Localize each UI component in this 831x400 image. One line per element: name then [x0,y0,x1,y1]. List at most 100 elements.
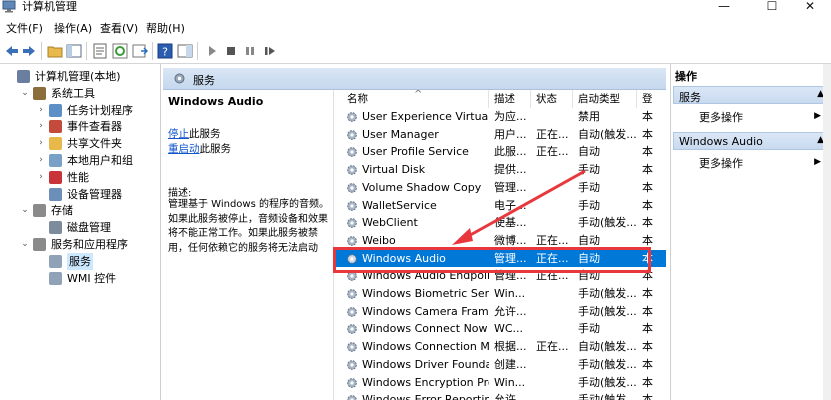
menu-help[interactable]: 帮助(H) [146,22,185,35]
service-name-cell: User Manager [362,127,439,141]
description-line: 用，任何依赖它的服务将无法启动 [168,242,318,254]
submenu-arrow-icon: ▶ [814,157,821,167]
service-gear-icon [347,359,357,370]
service-desc-cell: 允许... [494,393,527,400]
menu-action[interactable]: 操作(A) [54,22,92,35]
minimize-button[interactable]: — [704,0,744,16]
storage-icon [33,204,46,218]
apps-icon [33,238,46,251]
restart-service-line: 重启动此服务 [168,141,231,156]
collapsed-chevron-icon[interactable]: › [36,118,46,135]
start-service-icon[interactable] [204,43,220,59]
service-logon-cell: 本 [642,322,653,336]
menu-view[interactable]: 查看(V) [100,22,138,35]
service-gear-icon [347,182,357,193]
toolbar: ? [0,38,831,64]
stop-service-icon[interactable] [223,43,239,59]
up-folder-icon[interactable] [47,43,63,59]
service-description-pane: Windows Audio 停止此服务 重启动此服务 描述: 管理基于 Wind… [163,90,333,400]
restart-service-link[interactable]: 重启动 [168,143,200,155]
column-header-status[interactable]: 状态 [531,90,573,108]
service-row[interactable]: User Experience Virtualiz... 为应... 禁用 本 [334,108,666,126]
collapsed-chevron-icon[interactable]: › [36,135,46,152]
view-pane-icon[interactable] [177,43,193,59]
service-status-cell [536,303,574,321]
column-header-startup-type-label: 启动类型 [578,93,620,105]
service-row[interactable]: Windows Biometric Servi... Win... 手动(触发...… [334,285,666,303]
service-row[interactable]: User Manager 用户... 正在... 自动(触发... 本 [334,126,666,144]
service-row[interactable]: Windows Connection Ma... 根据... 正在... 自动(触发.… [334,338,666,356]
service-desc-cell: 根据... [494,340,527,354]
expanded-chevron-icon[interactable]: ⌄ [20,236,30,253]
service-gear-icon [347,200,357,211]
tree-node-label: 共享文件夹 [67,137,122,151]
actions-group-services[interactable]: 服务 ▲ [673,86,830,104]
service-desc-cell: 允许... [494,304,527,318]
tree-node-label: 计算机管理(本地) [35,70,121,83]
service-gear-icon [347,218,357,228]
service-logon-cell: 本 [642,393,653,400]
service-gear-icon [347,289,357,299]
column-header-logon-label: 登 [642,93,653,105]
service-logon-cell: 本 [642,145,653,159]
service-gear-icon [347,342,357,352]
expanded-chevron-icon[interactable]: ⌄ [20,85,30,102]
service-row[interactable]: Windows Error Reportin... 允许... 手动(触发... 本 [334,391,666,400]
close-button[interactable]: ✕ [790,0,830,16]
wmi-icon [49,271,62,285]
service-startup-cell: 自动(触发... [578,340,637,354]
performance-icon [49,170,62,184]
tree-node-label: 系统工具 [51,86,95,100]
column-header-startup-type[interactable]: 启动类型 [573,90,637,108]
help-icon[interactable]: ? [157,43,173,59]
more-actions-windows-audio[interactable]: 更多操作 [699,155,743,171]
expanded-chevron-icon[interactable]: ⌄ [20,202,30,219]
refresh-icon[interactable] [112,43,128,59]
services-header-label: 服务 [193,74,215,87]
service-status-cell: 正在... [536,145,569,159]
stop-service-link[interactable]: 停止 [168,128,189,140]
service-gear-icon [347,395,357,400]
service-logon-cell: 本 [642,340,653,354]
service-row[interactable]: User Profile Service 此服... 正在... 自动 本 [334,143,666,161]
service-status-cell: 正在... [536,340,569,354]
toolbar-separator [86,42,87,60]
forward-arrow-icon[interactable] [21,43,37,59]
service-row[interactable]: Windows Camera Frame ... 允许... 手动(触发... 本 [334,303,666,321]
tree-node-label: 本地用户和组 [67,154,133,167]
collapsed-chevron-icon[interactable]: › [36,152,46,169]
service-desc-cell: 创建... [494,357,527,371]
service-desc-cell: 用户... [494,127,527,141]
service-gear-icon [347,147,357,158]
actions-group-windows-audio[interactable]: Windows Audio ▲ [673,132,830,150]
export-list-icon[interactable] [132,43,148,59]
description-line: 将不能正常工作。如果此服务被禁 [168,228,318,239]
more-actions-services[interactable]: 更多操作 [699,109,743,125]
service-logon-cell: 本 [642,163,653,177]
back-arrow-icon[interactable] [4,43,20,59]
pause-service-icon[interactable] [242,43,258,59]
service-row[interactable]: Windows Connect Now -... WC... 手动 本 [334,320,666,338]
service-logon-cell: 本 [642,180,653,194]
service-desc-cell: 为应... [494,110,527,123]
restart-service-icon[interactable] [262,43,278,59]
service-row[interactable]: Windows Encryption Pro... Win... 手动(触发... 本 [334,374,666,392]
restart-service-suffix: 此服务 [199,143,232,155]
menu-file[interactable]: 文件(F) [6,22,43,35]
vertical-scrollbar[interactable] [823,64,831,400]
collapsed-chevron-icon[interactable]: › [36,169,46,186]
collapsed-chevron-icon[interactable]: › [36,102,46,119]
maximize-button[interactable]: ☐ [752,0,792,16]
column-header-logon[interactable]: 登 [637,90,666,108]
service-desc-cell: 此服... [494,145,527,159]
sort-ascending-icon: ^ [414,90,423,100]
properties-icon[interactable] [92,43,108,59]
description-line: 如果此服务被停止，音频设备和效果 [168,213,328,225]
services-header: 服务 [163,68,666,90]
column-header-name[interactable]: 名称 ^ [334,90,489,108]
console-tree: 计算机管理(本地) ⌄ 系统工具 › 任务计划程序 › 事件查看器 › 共享文件夹 › 本地用户和组… [0,64,161,400]
show-hide-tree-icon[interactable] [66,43,82,59]
service-row[interactable]: Windows Driver Foundati... 创建... 手动(触发... 本 [334,356,666,374]
actions-header: 操作 [675,70,697,83]
column-header-description[interactable]: 描述 [489,90,531,108]
